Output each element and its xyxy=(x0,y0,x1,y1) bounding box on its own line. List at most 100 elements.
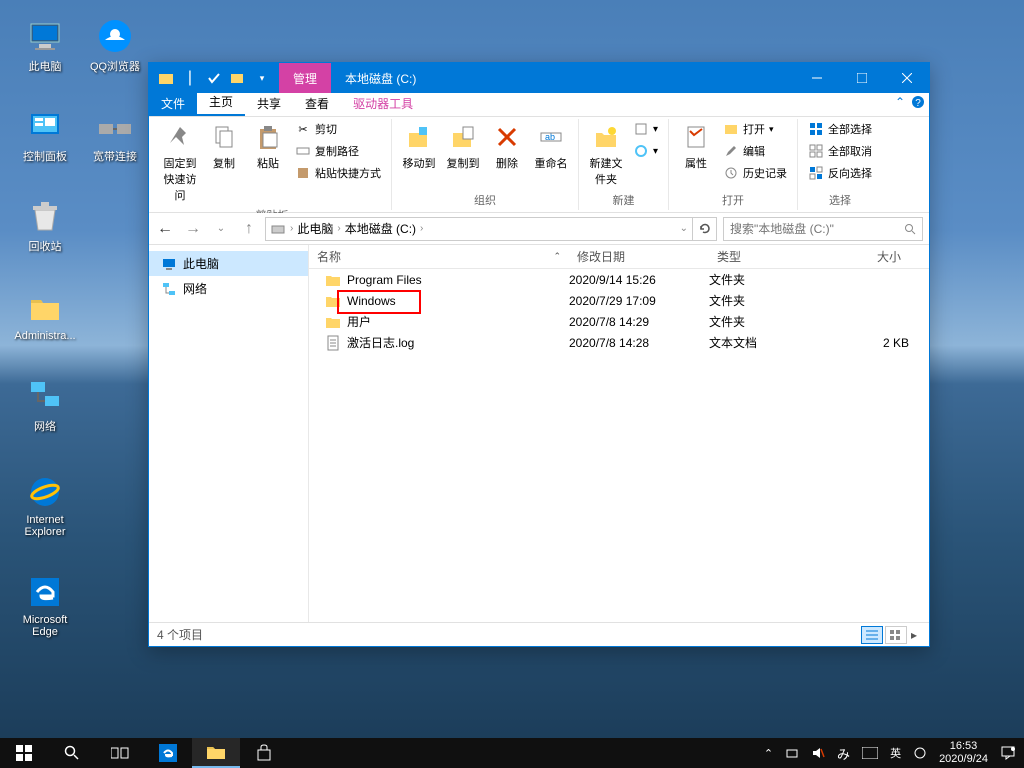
nav-item-network[interactable]: 网络 xyxy=(149,276,308,301)
up-button[interactable]: ↑ xyxy=(239,219,259,239)
refresh-button[interactable] xyxy=(693,217,717,241)
start-button[interactable] xyxy=(0,738,48,768)
scroll-right-button[interactable]: ▸ xyxy=(907,628,921,642)
tab-share[interactable]: 共享 xyxy=(245,91,293,116)
desktop-icon-label: QQ浏览器 xyxy=(90,58,140,74)
desktop-icon-ie[interactable]: Internet Explorer xyxy=(10,460,80,550)
desktop-icon-this-pc[interactable]: 此电脑 xyxy=(10,10,80,80)
new-folder-button[interactable]: 新建文件夹 xyxy=(585,119,627,189)
clock[interactable]: 16:53 2020/9/24 xyxy=(939,740,988,766)
desktop-icon-control-panel[interactable]: 控制面板 xyxy=(10,100,80,170)
delete-button[interactable]: 删除 xyxy=(486,119,528,173)
search-box[interactable] xyxy=(723,217,923,241)
network-tray-icon[interactable] xyxy=(785,746,799,760)
copy-path-button[interactable]: 复制路径 xyxy=(291,141,385,161)
file-list[interactable]: Program Files2020/9/14 15:26文件夹Windows20… xyxy=(309,269,929,622)
cut-button[interactable]: ✂剪切 xyxy=(291,119,385,139)
file-size: 2 KB xyxy=(829,336,909,350)
desktop-icon-recycle-bin[interactable]: 回收站 xyxy=(10,190,80,260)
tray-overflow-icon[interactable]: ⌃ xyxy=(764,747,773,760)
file-row[interactable]: 用户2020/7/8 14:29文件夹 xyxy=(309,311,929,332)
titlebar[interactable]: | ▾ 管理 本地磁盘 (C:) xyxy=(149,63,929,93)
ime-tray-icon[interactable]: み xyxy=(837,744,850,763)
select-none-button[interactable]: 全部取消 xyxy=(804,141,876,161)
ribbon-help: ⌃ ? xyxy=(895,95,925,109)
properties-button[interactable]: 属性 xyxy=(675,119,717,173)
new-item-icon xyxy=(633,121,649,137)
keyboard-tray-icon[interactable] xyxy=(862,747,878,759)
minimize-button[interactable] xyxy=(794,63,839,93)
file-row[interactable]: Windows2020/7/29 17:09文件夹 xyxy=(309,290,929,311)
history-button[interactable]: 历史记录 xyxy=(719,163,791,183)
chevron-right-icon[interactable]: › xyxy=(337,223,340,234)
desktop-icon-administrator[interactable]: Administra... xyxy=(10,280,80,350)
desktop-icon-qq-browser[interactable]: QQ浏览器 xyxy=(80,10,150,80)
tab-view[interactable]: 查看 xyxy=(293,91,341,116)
desktop-icon-broadband[interactable]: 宽带连接 xyxy=(80,100,150,170)
desktop-icon-label: Administra... xyxy=(14,330,75,342)
file-explorer-window: | ▾ 管理 本地磁盘 (C:) 文件 主页 共享 查看 驱动器工具 ⌃ ? 固… xyxy=(148,62,930,647)
nav-item-this-pc[interactable]: 此电脑 xyxy=(149,251,308,276)
breadcrumb-item[interactable]: 此电脑 xyxy=(297,220,333,237)
easy-access-button[interactable]: ▾ xyxy=(629,141,662,161)
forward-button[interactable]: → xyxy=(183,219,203,239)
context-tab-manage[interactable]: 管理 xyxy=(279,63,331,93)
paste-button[interactable]: 粘贴 xyxy=(247,119,289,173)
search-button[interactable] xyxy=(48,738,96,768)
breadcrumb-bar[interactable]: › 此电脑 › 本地磁盘 (C:) › ⌄ xyxy=(265,217,693,241)
file-row[interactable]: Program Files2020/9/14 15:26文件夹 xyxy=(309,269,929,290)
ime-punctuation-icon[interactable] xyxy=(913,746,927,760)
breadcrumb-dropdown-icon[interactable]: ⌄ xyxy=(680,223,688,234)
search-icon[interactable] xyxy=(904,223,916,235)
tab-file[interactable]: 文件 xyxy=(149,91,197,116)
rename-button[interactable]: ab重命名 xyxy=(530,119,572,173)
action-center-icon[interactable] xyxy=(1000,745,1016,761)
back-button[interactable]: ← xyxy=(155,219,175,239)
icons-view-button[interactable] xyxy=(885,626,907,644)
details-view-button[interactable] xyxy=(861,626,883,644)
explorer-icon[interactable] xyxy=(155,67,177,89)
maximize-button[interactable] xyxy=(839,63,884,93)
desktop-icon-edge[interactable]: Microsoft Edge xyxy=(10,560,80,650)
select-all-icon xyxy=(808,121,824,137)
help-icon[interactable]: ? xyxy=(911,95,925,109)
close-button[interactable] xyxy=(884,63,929,93)
open-button[interactable]: 打开▾ xyxy=(719,119,791,139)
taskbar-edge[interactable] xyxy=(144,738,192,768)
column-header-size[interactable]: 大小 xyxy=(829,248,909,265)
column-header-date[interactable]: 修改日期 xyxy=(569,248,709,265)
search-input[interactable] xyxy=(730,222,904,236)
window-controls xyxy=(794,63,929,93)
tab-drive-tools[interactable]: 驱动器工具 xyxy=(341,91,425,116)
edit-button[interactable]: 编辑 xyxy=(719,141,791,161)
select-all-button[interactable]: 全部选择 xyxy=(804,119,876,139)
invert-selection-button[interactable]: 反向选择 xyxy=(804,163,876,183)
status-bar: 4 个项目 ▸ xyxy=(149,622,929,646)
volume-tray-icon[interactable] xyxy=(811,746,825,760)
tab-home[interactable]: 主页 xyxy=(197,89,245,116)
system-tray: ⌃ み 英 16:53 2020/9/24 xyxy=(756,740,1024,766)
paste-shortcut-button[interactable]: 粘贴快捷方式 xyxy=(291,163,385,183)
new-item-button[interactable]: ▾ xyxy=(629,119,662,139)
qat-customize-icon[interactable]: ▾ xyxy=(251,67,273,89)
recent-locations-button[interactable]: ⌄ xyxy=(211,219,231,239)
copy-to-button[interactable]: 复制到 xyxy=(442,119,484,173)
column-header-type[interactable]: 类型 xyxy=(709,248,829,265)
copy-button[interactable]: 复制 xyxy=(203,119,245,173)
pin-quick-access-button[interactable]: 固定到快速访问 xyxy=(159,119,201,205)
collapse-ribbon-icon[interactable]: ⌃ xyxy=(895,95,905,109)
ime-mode[interactable]: 英 xyxy=(890,745,901,761)
qq-browser-icon xyxy=(95,16,135,56)
file-row[interactable]: 激活日志.log2020/7/8 14:28文本文档2 KB xyxy=(309,332,929,353)
breadcrumb-item[interactable]: 本地磁盘 (C:) xyxy=(345,220,416,237)
chevron-right-icon[interactable]: › xyxy=(420,223,423,234)
task-view-button[interactable] xyxy=(96,738,144,768)
move-to-button[interactable]: 移动到 xyxy=(398,119,440,173)
taskbar-explorer[interactable] xyxy=(192,738,240,768)
desktop-icon-network[interactable]: 网络 xyxy=(10,370,80,440)
chevron-right-icon[interactable]: › xyxy=(290,223,293,234)
taskbar-store[interactable] xyxy=(240,738,288,768)
qat-new-folder-icon[interactable] xyxy=(227,67,249,89)
qat-properties-icon[interactable] xyxy=(203,67,225,89)
column-header-name[interactable]: 名称⌃ xyxy=(309,248,569,265)
